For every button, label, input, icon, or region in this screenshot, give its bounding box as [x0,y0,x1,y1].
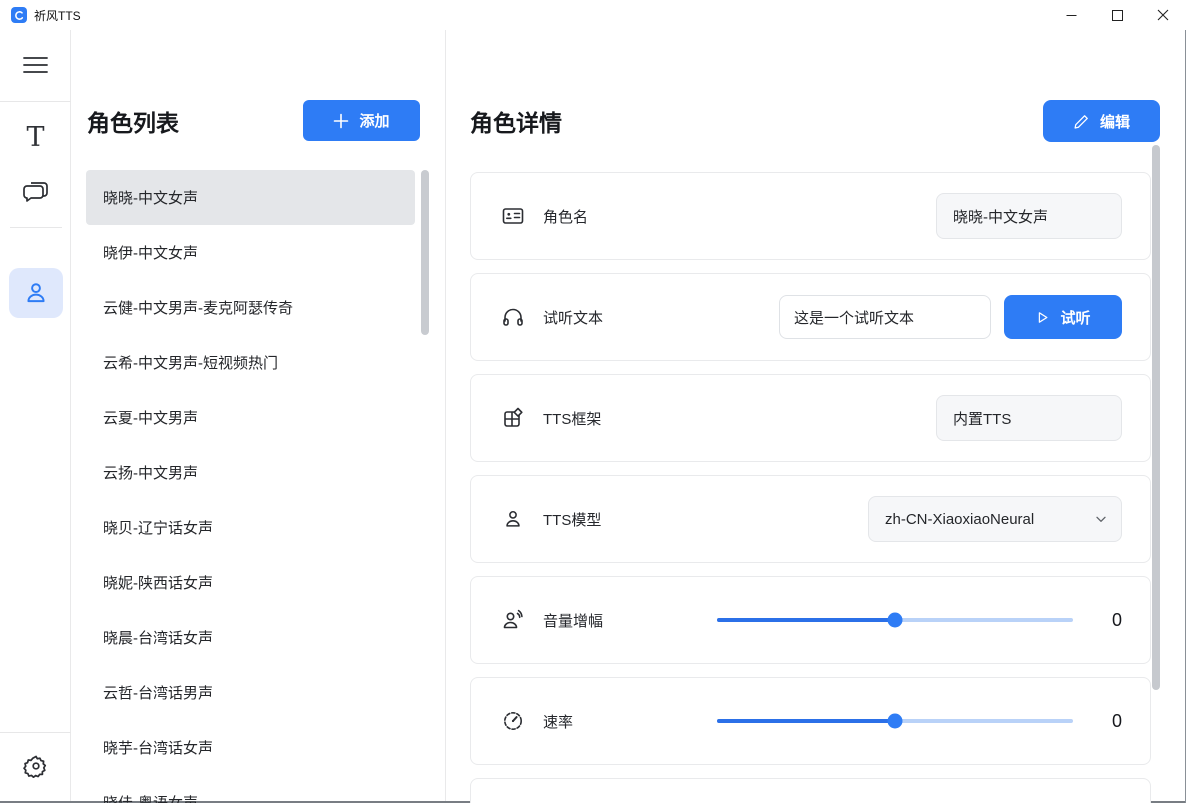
volume-gain-value: 0 [1112,610,1122,631]
sidebar-divider [0,732,71,733]
partial-card [470,778,1151,803]
text-tool-icon[interactable]: T [0,115,71,159]
plus-icon [333,113,349,129]
id-card-icon [501,204,525,228]
role-list-panel: 角色列表 添加 晓晓-中文女声 晓伊-中文女声 云健-中文男声-麦克阿瑟传奇 云… [72,30,445,801]
field-label: TTS框架 [543,408,601,429]
maximize-button[interactable] [1094,0,1140,30]
list-item[interactable]: 晓晨-台湾话女声 [86,610,415,665]
role-name-value: 晓晓-中文女声 [936,193,1122,239]
field-label: 音量增幅 [543,610,717,631]
field-row-tts-framework: TTS框架 内置TTS [470,374,1151,462]
chevron-down-icon [1093,410,1109,426]
list-item[interactable]: 云哲-台湾话男声 [86,665,415,720]
field-row-rate: 速率 0 [470,677,1151,765]
list-item[interactable]: 晓晓-中文女声 [86,170,415,225]
role-list-title: 角色列表 [87,104,179,138]
pencil-icon [1073,113,1090,130]
list-item[interactable]: 晓芋-台湾话女声 [86,720,415,775]
title-bar: 祈风TTS [0,0,1186,30]
sidebar-divider [0,101,71,102]
chevron-down-icon [1093,511,1109,527]
close-button[interactable] [1140,0,1186,30]
field-label: TTS模型 [543,509,601,530]
field-label: 试听文本 [543,307,603,328]
tts-framework-select[interactable]: 内置TTS [936,395,1122,441]
app-window: 祈风TTS T [0,0,1186,803]
field-row-role-name: 角色名 晓晓-中文女声 [470,172,1151,260]
play-icon [1035,310,1050,325]
role-list-scrollbar[interactable] [421,170,429,335]
add-role-button[interactable]: 添加 [303,100,420,141]
nav-sidebar: T [0,30,71,801]
window-title: 祈风TTS [34,7,81,24]
voice-icon [501,608,525,632]
role-detail-title: 角色详情 [470,104,562,138]
chat-icon[interactable] [0,169,71,213]
role-list: 晓晓-中文女声 晓伊-中文女声 云健-中文男声-麦克阿瑟传奇 云希-中文男声-短… [86,170,415,803]
role-detail-scrollbar[interactable] [1152,145,1160,690]
minimize-button[interactable] [1048,0,1094,30]
list-item[interactable]: 云希-中文男声-短视频热门 [86,335,415,390]
settings-icon[interactable] [0,744,71,788]
listen-button[interactable]: 试听 [1004,295,1122,339]
tts-model-select[interactable]: zh-CN-XiaoxiaoNeural [868,496,1122,542]
roles-tab-active[interactable] [9,268,63,318]
field-label: 速率 [543,711,717,732]
edit-button[interactable]: 编辑 [1043,100,1160,142]
headphones-icon [501,305,525,329]
rate-value: 0 [1112,711,1122,732]
sidebar-divider [10,227,62,228]
listen-text-input[interactable] [779,295,991,339]
field-row-volume-gain: 音量增幅 0 [470,576,1151,664]
components-icon [501,406,525,430]
field-row-listen-text: 试听文本 试听 [470,273,1151,361]
list-item[interactable]: 云夏-中文男声 [86,390,415,445]
app-logo-icon [11,7,27,23]
slider-thumb[interactable] [888,714,903,729]
slider-thumb[interactable] [888,613,903,628]
volume-gain-slider[interactable] [717,612,1073,628]
rate-slider[interactable] [717,713,1073,729]
list-item[interactable]: 晓妮-陕西话女声 [86,555,415,610]
field-label: 角色名 [543,206,588,227]
field-row-tts-model: TTS模型 zh-CN-XiaoxiaoNeural [470,475,1151,563]
person-icon [501,507,525,531]
list-item[interactable]: 晓贝-辽宁话女声 [86,500,415,555]
list-item[interactable]: 云健-中文男声-麦克阿瑟传奇 [86,280,415,335]
gauge-icon [501,709,525,733]
list-item[interactable]: 晓佳-粤语女声 [86,775,415,803]
list-item[interactable]: 云扬-中文男声 [86,445,415,500]
list-item[interactable]: 晓伊-中文女声 [86,225,415,280]
menu-icon[interactable] [0,43,71,87]
role-detail-panel: 角色详情 编辑 角色名 晓晓-中文女声 [446,30,1185,801]
